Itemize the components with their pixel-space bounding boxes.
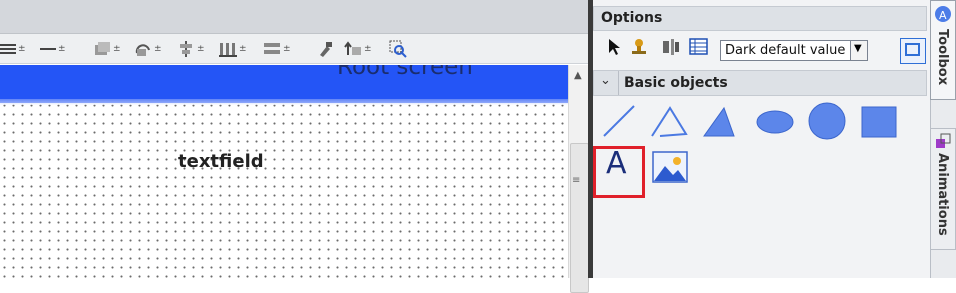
options-header[interactable]: Options [593, 6, 927, 31]
tab-animations[interactable]: Animations [930, 128, 956, 250]
toolbox-icon: A [934, 5, 952, 26]
tab-animations-label: Animations [935, 153, 950, 236]
line-width-button[interactable]: ± [40, 39, 66, 59]
chevron-down-icon[interactable]: ⌄ [600, 73, 611, 88]
tab-toolbox[interactable]: A Toolbox [930, 0, 956, 100]
view-icon [905, 43, 920, 56]
scrollbar-thumb[interactable] [570, 143, 589, 293]
ellipse-tool-icon[interactable] [755, 102, 795, 142]
header-band-shadow [0, 99, 568, 105]
pointer-icon[interactable] [607, 38, 621, 59]
basic-objects-title: Basic objects [624, 75, 728, 91]
circle-tool-icon[interactable] [806, 100, 846, 140]
distribute-lines-button[interactable]: ± [0, 39, 26, 59]
header-divider [618, 71, 619, 95]
scroll-grip-icon: ≡ [572, 175, 581, 186]
rectangle-tool-icon[interactable] [859, 102, 899, 142]
chevron-down-icon: ▼ [854, 43, 862, 54]
vertical-scrollbar[interactable]: ▲ ≡ [568, 65, 589, 293]
style-dropdown-value: Dark default value [725, 43, 846, 58]
stamp-icon[interactable] [630, 38, 648, 59]
svg-text:A: A [939, 9, 947, 22]
polygon-tool-icon[interactable] [700, 102, 740, 142]
line-tool-icon[interactable] [600, 102, 640, 142]
format-painter-button[interactable] [316, 39, 334, 59]
zoom-selection-icon[interactable] [389, 39, 407, 59]
text-field-tool-icon[interactable]: A [606, 146, 627, 181]
rotate-button[interactable]: ± [134, 39, 162, 59]
alignment-toolbar: ± ± ± ± ± ± ± ± [0, 34, 588, 64]
group-button[interactable]: ± [93, 39, 121, 59]
align-center-button[interactable]: ± [177, 39, 205, 59]
scroll-up-icon[interactable]: ▲ [574, 70, 582, 81]
table-icon[interactable] [689, 38, 709, 59]
screen-header-band[interactable]: Root screen [0, 65, 568, 103]
style-dropdown[interactable]: Dark default value ▼ [720, 40, 868, 61]
properties-icon[interactable] [662, 38, 680, 59]
screen-title: Root screen [337, 65, 473, 80]
dropdown-arrow-button[interactable]: ▼ [850, 41, 867, 60]
view-toggle-button[interactable] [900, 38, 926, 64]
editor-top-strip [0, 0, 588, 34]
bring-forward-button[interactable]: ± [344, 39, 372, 59]
textfield-object[interactable]: textfield [178, 151, 264, 172]
polyline-tool-icon[interactable] [648, 102, 688, 142]
animations-icon [935, 133, 951, 152]
options-title: Options [601, 10, 663, 26]
graphic-view-tool-icon[interactable] [651, 148, 691, 188]
same-width-button[interactable]: ± [263, 39, 291, 59]
tab-toolbox-label: Toolbox [935, 29, 950, 86]
distribute-horizontal-button[interactable]: ± [219, 39, 247, 59]
basic-objects-header[interactable]: ⌄ Basic objects [593, 70, 927, 96]
